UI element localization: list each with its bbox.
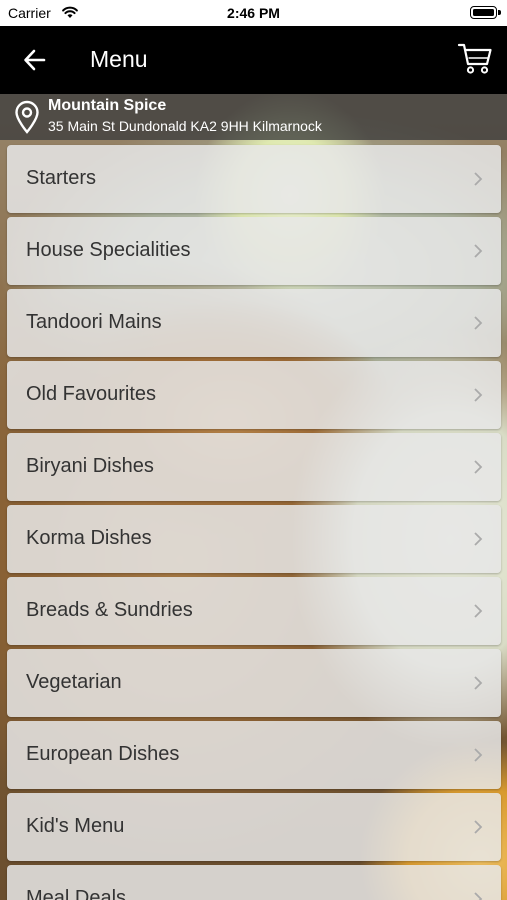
menu-category-label: House Specialities: [26, 239, 191, 261]
battery-tip: [498, 10, 501, 15]
menu-category-label: Korma Dishes: [26, 527, 152, 549]
chevron-right-icon: [474, 748, 483, 762]
chevron-right-icon: [474, 532, 483, 546]
restaurant-address: 35 Main St Dundonald KA2 9HH Kilmarnock: [48, 118, 322, 134]
menu-category-biryani-dishes[interactable]: Biryani Dishes: [7, 433, 501, 501]
menu-category-kids-menu[interactable]: Kid's Menu: [7, 793, 501, 861]
chevron-right-icon: [474, 892, 483, 900]
chevron-right-icon: [474, 460, 483, 474]
menu-category-label: Old Favourites: [26, 383, 157, 405]
map-pin-icon: [14, 100, 40, 139]
menu-category-meal-deals[interactable]: Meal Deals: [7, 865, 501, 900]
menu-category-vegetarian[interactable]: Vegetarian: [7, 649, 501, 717]
chevron-right-icon: [474, 244, 483, 258]
menu-category-label: Meal Deals: [26, 887, 127, 900]
battery-icon: [470, 6, 497, 19]
back-arrow-icon[interactable]: [22, 47, 48, 73]
chevron-right-icon: [474, 676, 483, 690]
nav-bar: Menu: [0, 26, 507, 94]
menu-category-label: Kid's Menu: [26, 815, 125, 837]
menu-category-label: European Dishes: [26, 743, 180, 765]
menu-category-house-specialities[interactable]: House Specialities: [7, 217, 501, 285]
menu-category-label: Tandoori Mains: [26, 311, 162, 333]
menu-category-old-favourites[interactable]: Old Favourites: [7, 361, 501, 429]
status-bar: Carrier 2:46 PM: [0, 0, 507, 26]
menu-category-breads-sundries[interactable]: Breads & Sundries: [7, 577, 501, 645]
chevron-right-icon: [474, 388, 483, 402]
clock: 2:46 PM: [227, 5, 280, 21]
restaurant-name: Mountain Spice: [48, 97, 167, 114]
page-title: Menu: [90, 46, 148, 72]
menu-category-starters[interactable]: Starters: [7, 145, 501, 213]
chevron-right-icon: [474, 316, 483, 330]
chevron-right-icon: [474, 604, 483, 618]
menu-category-korma-dishes[interactable]: Korma Dishes: [7, 505, 501, 573]
chevron-right-icon: [474, 820, 483, 834]
menu-category-european-dishes[interactable]: European Dishes: [7, 721, 501, 789]
menu-category-label: Breads & Sundries: [26, 599, 193, 621]
menu-category-list: Starters House Specialities Tandoori Mai…: [7, 145, 501, 900]
chevron-right-icon: [474, 172, 483, 186]
menu-category-label: Biryani Dishes: [26, 455, 154, 477]
menu-category-label: Starters: [26, 167, 97, 189]
menu-category-tandoori-mains[interactable]: Tandoori Mains: [7, 289, 501, 357]
menu-category-label: Vegetarian: [26, 671, 122, 693]
restaurant-location-bar: Mountain Spice 35 Main St Dundonald KA2 …: [0, 94, 507, 140]
shopping-cart-icon[interactable]: [457, 42, 493, 76]
